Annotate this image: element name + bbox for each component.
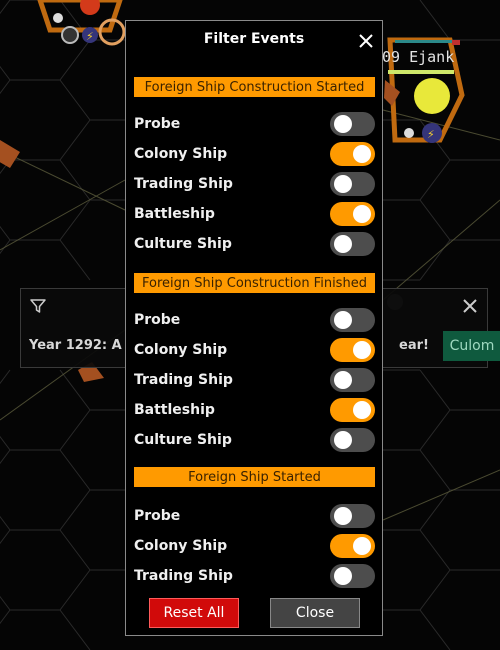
- toggle-finished-probe[interactable]: [330, 308, 375, 332]
- filter-icon[interactable]: [29, 297, 47, 315]
- toggle-knob: [334, 311, 352, 329]
- toggle-finished-trading-ship[interactable]: [330, 368, 375, 392]
- filter-label-trading-ship: Trading Ship: [134, 568, 233, 584]
- toggle-knob: [334, 115, 352, 133]
- filter-label-battleship: Battleship: [134, 402, 215, 418]
- filter-label-probe: Probe: [134, 312, 181, 328]
- filter-label-colony-ship: Colony Ship: [134, 146, 228, 162]
- toggle-ship-started-colony-ship[interactable]: [330, 534, 375, 558]
- filter-label-probe: Probe: [134, 116, 181, 132]
- notification-close-icon[interactable]: [461, 297, 479, 315]
- svg-text:⚡: ⚡: [427, 128, 435, 141]
- reset-all-button[interactable]: Reset All: [149, 598, 239, 628]
- section-header-construction-started: Foreign Ship Construction Started: [134, 77, 375, 97]
- section-header-construction-finished: Foreign Ship Construction Finished: [134, 273, 375, 293]
- toggle-finished-culture-ship[interactable]: [330, 428, 375, 452]
- toggle-started-battleship[interactable]: [330, 202, 375, 226]
- filter-label-culture-ship: Culture Ship: [134, 236, 232, 252]
- toggle-started-probe[interactable]: [330, 112, 375, 136]
- filter-label-culture-ship: Culture Ship: [134, 432, 232, 448]
- toggle-started-culture-ship[interactable]: [330, 232, 375, 256]
- toggle-knob: [334, 431, 352, 449]
- planet-name-label[interactable]: 09 Ejank: [382, 48, 454, 66]
- section-header-ship-started: Foreign Ship Started: [134, 467, 375, 487]
- filter-label-trading-ship: Trading Ship: [134, 176, 233, 192]
- notification-message-end: ear!: [399, 338, 429, 353]
- game-screen: ⚡ ⚡ 09 Ejank Year 1292: A fa ear! Culom …: [0, 0, 500, 650]
- toggle-started-trading-ship[interactable]: [330, 172, 375, 196]
- toggle-knob: [334, 507, 352, 525]
- filter-label-colony-ship: Colony Ship: [134, 342, 228, 358]
- filter-label-colony-ship: Colony Ship: [134, 538, 228, 554]
- toggle-ship-started-trading-ship[interactable]: [330, 564, 375, 588]
- toggle-knob: [334, 371, 352, 389]
- toggle-knob: [353, 537, 371, 555]
- toggle-finished-battleship[interactable]: [330, 398, 375, 422]
- toggle-knob: [353, 145, 371, 163]
- toggle-ship-started-probe[interactable]: [330, 504, 375, 528]
- toggle-knob: [353, 401, 371, 419]
- toggle-knob: [353, 341, 371, 359]
- svg-text:⚡: ⚡: [86, 30, 94, 43]
- close-button[interactable]: Close: [270, 598, 360, 628]
- toggle-started-colony-ship[interactable]: [330, 142, 375, 166]
- notification-message: Year 1292: A fa: [29, 338, 141, 353]
- notification-action-button[interactable]: Culom: [443, 331, 500, 361]
- filter-events-dialog: Filter Events Foreign Ship Construction …: [125, 20, 383, 636]
- dialog-close-icon[interactable]: [358, 33, 374, 49]
- toggle-knob: [334, 175, 352, 193]
- toggle-knob: [334, 235, 352, 253]
- toggle-knob: [334, 567, 352, 585]
- filter-label-battleship: Battleship: [134, 206, 215, 222]
- filter-label-probe: Probe: [134, 508, 181, 524]
- dialog-title: Filter Events: [203, 31, 305, 47]
- toggle-knob: [353, 205, 371, 223]
- filter-label-trading-ship: Trading Ship: [134, 372, 233, 388]
- toggle-finished-colony-ship[interactable]: [330, 338, 375, 362]
